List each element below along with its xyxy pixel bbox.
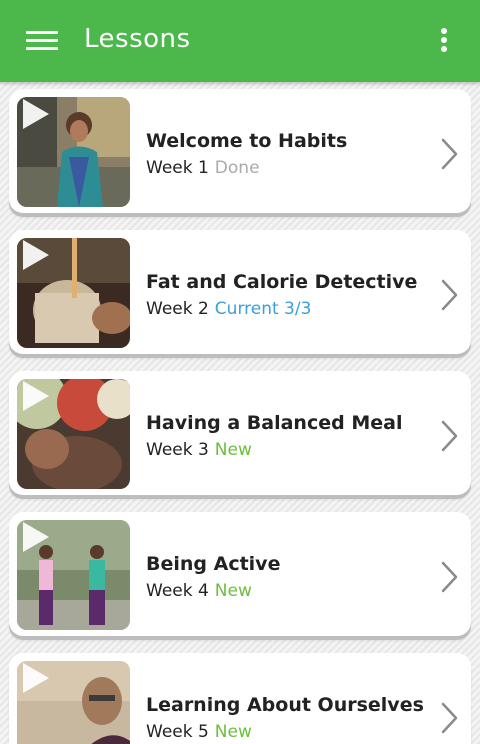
lesson-title: Fat and Calorie Detective xyxy=(146,271,418,293)
lesson-title: Having a Balanced Meal xyxy=(146,412,403,434)
hamburger-menu-icon[interactable] xyxy=(26,29,58,53)
lesson-thumbnail[interactable] xyxy=(17,97,130,207)
lesson-status: Done xyxy=(214,158,260,178)
lesson-week: Week 1 xyxy=(146,158,209,178)
chevron-right-icon[interactable] xyxy=(439,701,461,735)
lesson-thumbnail[interactable] xyxy=(17,238,130,348)
lesson-subtitle: Week 3 New xyxy=(146,440,252,460)
play-icon[interactable] xyxy=(17,520,51,554)
lesson-status: New xyxy=(214,440,252,460)
lesson-card[interactable]: Learning About Ourselves Week 5 New xyxy=(9,653,471,744)
lesson-week: Week 3 xyxy=(146,440,209,460)
lesson-title: Learning About Ourselves xyxy=(146,694,424,716)
lesson-title: Being Active xyxy=(146,553,281,575)
play-icon[interactable] xyxy=(17,97,51,131)
lesson-thumbnail[interactable] xyxy=(17,379,130,489)
lesson-status: Current 3/3 xyxy=(214,299,312,319)
lesson-week: Week 4 xyxy=(146,581,209,601)
lesson-card[interactable]: Fat and Calorie Detective Week 2 Current … xyxy=(9,230,471,354)
lesson-list[interactable]: Welcome to Habits Week 1 Done Fat and Cal… xyxy=(0,82,480,744)
chevron-right-icon[interactable] xyxy=(439,560,461,594)
play-icon[interactable] xyxy=(17,661,51,695)
lesson-week: Week 5 xyxy=(146,722,209,742)
chevron-right-icon[interactable] xyxy=(439,278,461,312)
lesson-card[interactable]: Having a Balanced Meal Week 3 New xyxy=(9,371,471,495)
play-icon[interactable] xyxy=(17,238,51,272)
lesson-subtitle: Week 1 Done xyxy=(146,158,260,178)
page-title: Lessons xyxy=(84,24,191,54)
lesson-card[interactable]: Welcome to Habits Week 1 Done xyxy=(9,89,471,213)
app-bar: Lessons xyxy=(0,0,480,82)
lesson-status: New xyxy=(214,722,252,742)
chevron-right-icon[interactable] xyxy=(439,419,461,453)
lesson-subtitle: Week 5 New xyxy=(146,722,252,742)
lesson-title: Welcome to Habits xyxy=(146,130,348,152)
lesson-card[interactable]: Being Active Week 4 New xyxy=(9,512,471,636)
lesson-status: New xyxy=(214,581,252,601)
play-icon[interactable] xyxy=(17,379,51,413)
chevron-right-icon[interactable] xyxy=(439,137,461,171)
lesson-subtitle: Week 2 Current 3/3 xyxy=(146,299,311,319)
more-vertical-icon[interactable] xyxy=(432,26,456,56)
lesson-week: Week 2 xyxy=(146,299,209,319)
lesson-thumbnail[interactable] xyxy=(17,520,130,630)
lesson-subtitle: Week 4 New xyxy=(146,581,252,601)
lesson-thumbnail[interactable] xyxy=(17,661,130,744)
